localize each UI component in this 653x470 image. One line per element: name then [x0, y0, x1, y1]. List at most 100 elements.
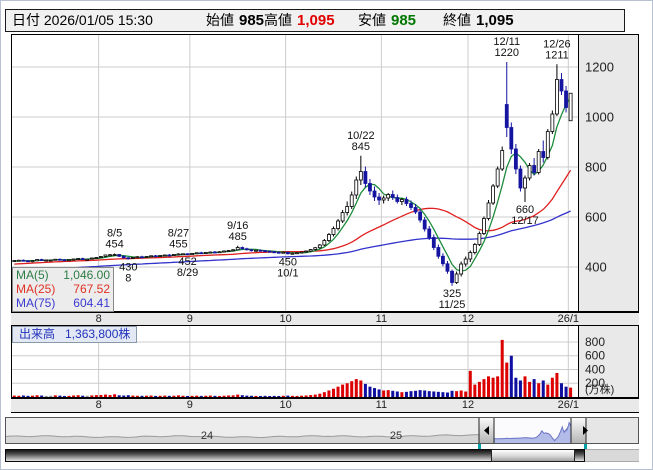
candle-body [391, 195, 394, 198]
candle-body [327, 235, 330, 241]
volume-bar [337, 387, 340, 397]
volume-bar [81, 396, 84, 397]
range-navigator[interactable] [5, 417, 639, 444]
candle-body [250, 250, 253, 251]
volume-bar [327, 390, 330, 397]
volume-bar [254, 396, 257, 397]
volume-bar [419, 390, 422, 397]
volume-bar [182, 396, 185, 397]
volume-tick-label: 400 [585, 362, 605, 376]
volume-bar [533, 379, 536, 397]
nav-left-handle[interactable] [479, 418, 494, 444]
volume-bar [109, 395, 112, 397]
ma25-value: 767.52 [73, 282, 110, 296]
volume-bar [232, 395, 235, 397]
volume-bar [145, 396, 148, 397]
candle-body [159, 256, 162, 257]
candle-body [537, 152, 540, 173]
volume-bar [54, 395, 57, 397]
volume-bar [264, 396, 267, 397]
volume-bar [172, 396, 175, 397]
volume-bar [200, 396, 203, 397]
swing-low-date: 8 [125, 273, 131, 285]
candle-body [296, 253, 299, 254]
ma25-label: MA(25) [16, 282, 55, 296]
candle-body [469, 253, 472, 260]
volume-bar [455, 391, 458, 397]
candle-body [241, 248, 244, 249]
volume-bar [277, 396, 280, 397]
volume-bar [514, 378, 517, 397]
volume-bar [223, 396, 226, 397]
candle-body [45, 260, 48, 261]
candle-body [368, 184, 371, 192]
volume-bar [546, 385, 549, 397]
volume-bar [391, 391, 394, 397]
volume-bar [22, 395, 25, 397]
candle-body [364, 172, 367, 184]
volume-bar [323, 392, 326, 397]
candle-body [195, 253, 198, 254]
close-value: 1,095 [476, 12, 514, 29]
candle-body [245, 249, 248, 250]
swing-high-price: 1220 [495, 47, 519, 59]
nav-right-rest [586, 418, 638, 444]
candle-body [309, 250, 312, 252]
candle-body [81, 259, 84, 260]
volume-bar [387, 390, 390, 397]
candle-body [77, 259, 80, 260]
low-value: 985 [391, 12, 416, 29]
price-tick-label: 1200 [585, 60, 614, 75]
candle-body [54, 259, 57, 260]
volume-bar [26, 396, 29, 397]
candle-body [154, 256, 157, 257]
low-label: 安値 [358, 12, 386, 28]
volume-header: 出来高1,363,800株 [12, 326, 137, 343]
volume-bar [218, 396, 221, 397]
candle-body [113, 255, 116, 256]
volume-bar [45, 396, 48, 397]
volume-bar [496, 376, 499, 397]
volume-bar [63, 396, 66, 397]
volume-bar [355, 379, 358, 397]
nav-year-24: 24 [201, 430, 213, 442]
candle-body [68, 260, 71, 261]
volume-bar [341, 385, 344, 397]
candle-body [496, 169, 499, 186]
volume-bar [250, 396, 253, 397]
volume-bar [118, 395, 121, 397]
volume-bar [273, 396, 276, 397]
candle-body [373, 191, 376, 197]
candle-body [565, 91, 568, 108]
volume-bar [186, 396, 189, 397]
candle-body [341, 213, 344, 222]
volume-bar [213, 396, 216, 397]
volume-bar [492, 378, 495, 397]
nav-right-handle[interactable] [571, 418, 588, 444]
candle-body [72, 259, 75, 260]
volume-x-axis: 8910111226/1 [11, 398, 639, 413]
candle-body [492, 186, 495, 203]
volume-bar [368, 387, 371, 397]
price-tick-label: 1000 [585, 110, 614, 125]
candle-body [209, 252, 212, 253]
candle-body [482, 219, 485, 234]
swing-high-price: 845 [352, 141, 370, 153]
volume-bar [469, 371, 472, 397]
candle-body [282, 252, 285, 253]
candle-body [204, 253, 207, 254]
swing-high-price: 455 [169, 238, 187, 250]
open-group: 始値985 [206, 10, 264, 31]
date-group: 日付 2026/01/05 15:30 [12, 10, 153, 31]
open-value: 985 [239, 12, 264, 29]
month-label: 11 [376, 399, 387, 412]
ma5-label: MA(5) [16, 268, 49, 282]
scrollbar-thumb[interactable] [491, 449, 575, 462]
volume-bar [259, 396, 262, 397]
volume-bar [154, 396, 157, 397]
volume-bar [58, 396, 61, 397]
volume-bar [537, 383, 540, 397]
volume-bar [209, 396, 212, 397]
candle-body [350, 195, 353, 207]
price-tick-label: 400 [585, 260, 607, 275]
